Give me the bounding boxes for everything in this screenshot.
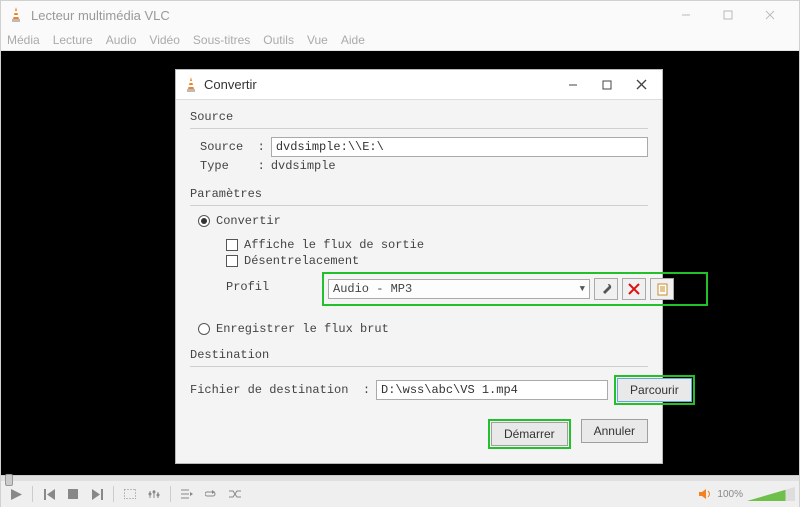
deinterlace-label: Désentrelacement [244,254,359,268]
profile-combobox[interactable]: Audio - MP3 ▼ [328,279,590,299]
menu-audio[interactable]: Audio [106,33,137,47]
seek-slider[interactable] [1,475,799,481]
show-output-label: Affiche le flux de sortie [244,238,424,252]
menu-aide[interactable]: Aide [341,33,365,47]
mute-icon[interactable] [699,488,713,500]
profile-label: Profil [226,280,322,294]
browse-highlight: Parcourir [614,375,695,405]
main-window-controls [665,1,791,29]
destination-file-input[interactable] [376,380,608,400]
edit-profile-button[interactable] [594,278,618,300]
convert-dialog: Convertir Source Source : Type : dvdsimp… [175,69,663,464]
play-button[interactable] [5,484,27,504]
profile-highlight: Audio - MP3 ▼ [322,272,708,306]
playback-control-bar: 100% [1,481,799,507]
next-button[interactable] [86,484,108,504]
window-title: Lecteur multimédia VLC [31,8,170,23]
source-input[interactable] [271,137,648,157]
chevron-down-icon: ▼ [580,284,585,294]
loop-button[interactable] [200,484,222,504]
menu-lecture[interactable]: Lecture [53,33,93,47]
dialog-maximize-button[interactable] [590,71,624,99]
menu-video[interactable]: Vidéo [149,33,179,47]
stop-button[interactable] [62,484,84,504]
raw-radio[interactable] [198,323,210,335]
wrench-icon [600,283,613,296]
vlc-icon [9,7,23,23]
menu-outils[interactable]: Outils [263,33,294,47]
menu-bar: Média Lecture Audio Vidéo Sous-titres Ou… [1,29,799,51]
deinterlace-checkbox[interactable] [226,255,238,267]
type-label: Type : [200,159,265,173]
params-group-label: Paramètres [190,187,648,201]
destination-group-label: Destination [190,348,648,362]
convert-radio[interactable] [198,215,210,227]
profile-selected: Audio - MP3 [333,282,412,296]
new-profile-button[interactable] [650,278,674,300]
playlist-button[interactable] [176,484,198,504]
maximize-button[interactable] [707,1,749,29]
browse-button[interactable]: Parcourir [617,378,692,402]
type-value: dvdsimple [271,159,336,173]
volume-slider[interactable] [747,487,795,501]
close-button[interactable] [749,1,791,29]
vlc-icon [184,77,198,93]
dialog-titlebar: Convertir [176,70,662,100]
extended-settings-button[interactable] [143,484,165,504]
x-icon [628,283,640,295]
cancel-button[interactable]: Annuler [581,419,648,443]
fullscreen-button[interactable] [119,484,141,504]
source-label: Source : [200,140,265,154]
shuffle-button[interactable] [224,484,246,504]
menu-vue[interactable]: Vue [307,33,328,47]
destination-file-label: Fichier de destination : [190,383,370,397]
convert-radio-label: Convertir [216,214,281,228]
menu-soustitres[interactable]: Sous-titres [193,33,250,47]
dialog-close-button[interactable] [624,71,658,99]
raw-radio-label: Enregistrer le flux brut [216,322,389,336]
dialog-title: Convertir [204,77,257,92]
new-doc-icon [656,283,669,296]
source-group-label: Source [190,110,648,124]
menu-media[interactable]: Média [7,33,40,47]
prev-button[interactable] [38,484,60,504]
volume-percent: 100% [717,489,743,500]
dialog-minimize-button[interactable] [556,71,590,99]
minimize-button[interactable] [665,1,707,29]
start-button[interactable]: Démarrer [491,422,568,446]
show-output-checkbox[interactable] [226,239,238,251]
delete-profile-button[interactable] [622,278,646,300]
main-titlebar: Lecteur multimédia VLC [1,1,799,29]
start-highlight: Démarrer [488,419,571,449]
